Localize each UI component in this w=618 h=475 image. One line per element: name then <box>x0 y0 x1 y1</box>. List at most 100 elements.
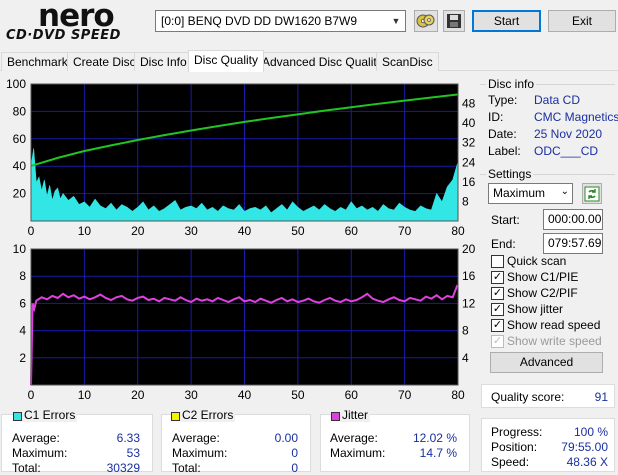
jitter-chart-svg: 0 10 20 30 40 50 60 70 80 10 8 6 4 2 20 16 12 8 4 <box>13 242 476 402</box>
x-tick-label: 60 <box>345 388 359 402</box>
c2-errors-box: Average: 0.00 Maximum: 0 Total: 0 <box>161 414 311 475</box>
tab-bar: Benchmark Create Disc Disc Info Disc Qua… <box>0 50 618 72</box>
x-tick-label: 40 <box>238 388 252 402</box>
save-button[interactable] <box>443 10 465 32</box>
show-read-speed-checkbox[interactable]: ✓ <box>491 319 504 332</box>
y-left-tick-label: 2 <box>19 351 26 365</box>
jitter-maximum-value: 14.7 % <box>419 446 457 460</box>
disc-eject-icon <box>416 14 435 28</box>
end-time-input[interactable]: 079:57.69 <box>543 233 603 254</box>
y-left-tick-label: 20 <box>13 187 27 201</box>
show-jitter-checkbox[interactable]: ✓ <box>491 303 504 316</box>
start-time-label: Start: <box>491 213 520 227</box>
disc-label-label: Label: <box>488 144 521 158</box>
disc-type-value: Data CD <box>534 93 581 107</box>
y-right-tick-label: 16 <box>462 175 476 189</box>
c2-average-value: 0.00 <box>274 431 298 445</box>
y-left-tick-label: 4 <box>19 324 26 338</box>
x-tick-label: 60 <box>345 224 359 238</box>
quality-score-value: 91 <box>594 390 608 404</box>
tab-disc-info[interactable]: Disc Info <box>134 52 193 71</box>
c2-total-value: 0 <box>291 461 298 475</box>
quality-score-label: Quality score: <box>491 390 565 404</box>
y-left-tick-label: 40 <box>13 159 27 173</box>
tab-benchmark[interactable]: Benchmark <box>1 52 74 71</box>
c1-speed-chart-svg: 0 10 20 30 40 50 60 70 80 100 80 60 40 20 48 40 32 24 16 8 <box>6 77 476 238</box>
c1-errors-title: C1 Errors <box>22 408 78 422</box>
drive-select-value: [0:0] BENQ DVD DD DW1620 B7W9 <box>161 14 358 28</box>
y-left-tick-label: 6 <box>19 296 26 310</box>
position-value: 79:55.00 <box>561 440 608 454</box>
y-left-tick-label: 60 <box>13 132 27 146</box>
show-c2-checkbox[interactable]: ✓ <box>491 287 504 300</box>
drive-select[interactable]: [0:0] BENQ DVD DD DW1620 B7W9 ▼ <box>155 10 406 32</box>
eject-button[interactable] <box>414 10 438 32</box>
c1-total-value: 30329 <box>106 461 140 475</box>
c2-total-label: Total: <box>172 461 201 475</box>
exit-button[interactable]: Exit <box>548 10 616 32</box>
tab-create-disc[interactable]: Create Disc <box>67 52 142 71</box>
position-label: Position: <box>491 440 538 454</box>
y-left-tick-label: 10 <box>13 243 27 256</box>
c2-color-swatch <box>171 412 180 421</box>
show-write-speed-label: Show write speed <box>507 334 602 348</box>
c1-maximum-label: Maximum: <box>12 446 68 460</box>
speed-value: 48.36 X <box>566 455 608 469</box>
c2-errors-title: C2 Errors <box>180 408 236 422</box>
y-left-tick-label: 8 <box>19 269 26 283</box>
show-jitter-label: Show jitter <box>507 302 564 316</box>
jitter-maximum-label: Maximum: <box>330 446 386 460</box>
nero-logo: nero CD·DVD SPEED <box>4 0 149 44</box>
x-tick-label: 10 <box>78 388 92 402</box>
y-right-tick-label: 24 <box>462 155 476 169</box>
jitter-title: Jitter <box>340 408 371 422</box>
tab-disc-quality[interactable]: Disc Quality <box>188 50 265 72</box>
end-time-label: End: <box>491 237 516 251</box>
y-right-tick-label: 8 <box>462 194 469 208</box>
show-write-speed-checkbox: ✓ <box>491 335 504 348</box>
show-c1-label: Show C1/PIE <box>507 270 579 284</box>
disc-date-value: 25 Nov 2020 <box>534 127 603 141</box>
logo-sub-text: CD·DVD SPEED <box>6 28 121 43</box>
tab-advanced-disc-quality[interactable]: Advanced Disc Quality <box>256 52 389 71</box>
y-right-tick-label: 20 <box>462 243 476 256</box>
c1-total-label: Total: <box>12 461 41 475</box>
show-read-speed-label: Show read speed <box>507 318 601 332</box>
y-right-tick-label: 40 <box>462 116 476 130</box>
advanced-button[interactable]: Advanced <box>490 352 603 373</box>
jitter-color-swatch <box>331 412 340 421</box>
y-right-tick-label: 48 <box>462 97 476 111</box>
x-tick-label: 0 <box>28 388 35 402</box>
disc-label-value: ODC___CD <box>534 144 599 158</box>
jitter-average-value: 12.02 % <box>412 431 457 445</box>
c1-errors-box: Average: 6.33 Maximum: 53 Total: 30329 <box>1 414 153 475</box>
x-tick-label: 50 <box>291 224 305 238</box>
c1-average-label: Average: <box>12 431 60 445</box>
disc-type-label: Type: <box>488 93 518 107</box>
jitter-box: Average: 12.02 % Maximum: 14.7 % <box>320 414 470 472</box>
x-tick-label: 80 <box>451 224 465 238</box>
x-tick-label: 80 <box>451 388 465 402</box>
c1-color-swatch <box>13 412 22 421</box>
show-c1-checkbox[interactable]: ✓ <box>491 271 504 284</box>
progress-value: 100 % <box>573 425 608 439</box>
start-time-input[interactable]: 000:00.00 <box>543 209 603 230</box>
disc-id-value: CMC Magnetics <box>534 110 618 124</box>
start-button[interactable]: Start <box>472 10 541 32</box>
quick-scan-checkbox[interactable] <box>491 255 504 268</box>
y-right-tick-label: 32 <box>462 136 476 150</box>
chevron-down-icon: ▼ <box>391 16 401 26</box>
x-tick-label: 20 <box>131 388 145 402</box>
x-tick-label: 30 <box>184 224 198 238</box>
x-tick-label: 30 <box>184 388 198 402</box>
c1-average-value: 6.33 <box>116 431 140 445</box>
refresh-speed-button[interactable] <box>582 183 602 204</box>
disc-id-label: ID: <box>488 110 504 124</box>
quality-score-box: Quality score: 91 <box>481 384 615 408</box>
settings-title: Settings <box>486 167 534 181</box>
tab-scandisc[interactable]: ScanDisc <box>376 52 439 71</box>
speed-select-value: Maximum <box>493 186 546 200</box>
y-right-tick-label: 16 <box>462 269 476 283</box>
y-right-tick-label: 8 <box>462 324 469 338</box>
speed-select[interactable]: Maximum ⌄ <box>488 183 573 204</box>
